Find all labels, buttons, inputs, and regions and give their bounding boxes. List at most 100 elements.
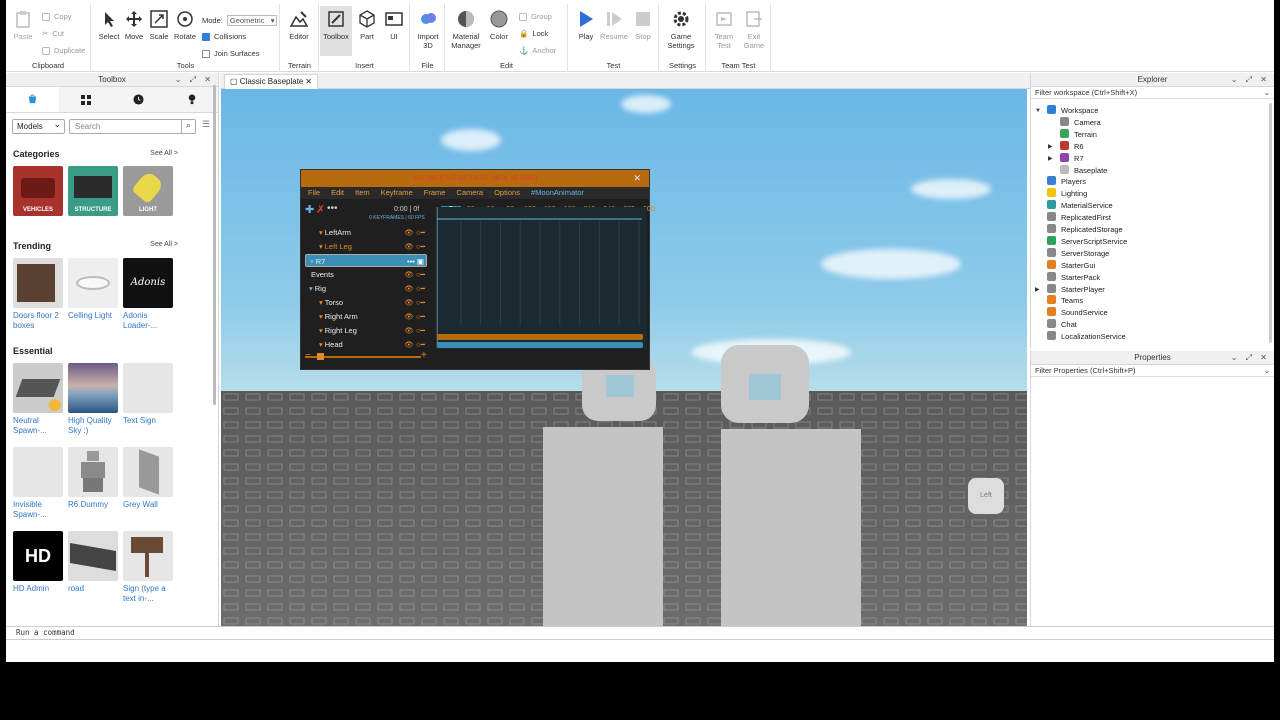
import-3d-button[interactable]: Import 3D <box>413 10 443 50</box>
menu-file[interactable]: File <box>308 187 320 199</box>
close-tab-icon[interactable]: ✕ <box>305 75 312 88</box>
asset-item[interactable]: Doors floor 2 boxes <box>13 258 63 331</box>
zoom-in-icon[interactable]: + <box>421 350 427 361</box>
expand-arrow-icon[interactable]: ▾ <box>319 340 323 349</box>
properties-filter-input[interactable]: Filter Properties (Ctrl+Shift+P) ⌄ <box>1031 365 1274 377</box>
category-light[interactable]: LIGHT <box>123 166 173 216</box>
tab-creations[interactable] <box>165 87 218 112</box>
cut-button[interactable]: ✂ Cut <box>42 29 64 38</box>
explorer-item[interactable]: StarterPack <box>1047 271 1100 284</box>
stop-button[interactable]: Stop <box>628 10 658 41</box>
panel-controls[interactable]: ⌄ ⤢ ✕ <box>1231 351 1270 365</box>
asset-item[interactable]: Neutral Spawn-... <box>13 363 63 436</box>
asset-item[interactable]: R6 Dummy <box>68 447 118 510</box>
lock-button[interactable]: 🔒 Lock <box>519 29 548 38</box>
category-vehicles[interactable]: VEHICLES <box>13 166 63 216</box>
panel-controls[interactable]: ⌄ ⤢ ✕ <box>1231 73 1270 87</box>
tab-inventory[interactable] <box>59 87 112 112</box>
copy-button[interactable]: Copy <box>42 12 72 21</box>
explorer-item[interactable]: ▶ R6 <box>1048 140 1084 153</box>
rotate-tool-button[interactable]: Rotate <box>170 10 200 41</box>
asset-item[interactable]: Sign (type a text in-... <box>123 531 173 604</box>
track-visibility-icon[interactable]: 👁 ○━ <box>404 282 425 295</box>
menu-item[interactable]: Item <box>355 187 370 199</box>
animator-track[interactable]: ▾ Right Leg 👁 ○━ <box>305 324 427 337</box>
menu-moon-animator[interactable]: #MoonAnimator <box>531 187 584 199</box>
timeline-area[interactable] <box>436 207 647 349</box>
expand-arrow-icon[interactable]: ▾ <box>309 284 313 293</box>
dummy-r6-torso[interactable] <box>543 427 663 626</box>
explorer-item[interactable]: ▶ R7 <box>1048 152 1084 165</box>
track-visibility-icon[interactable]: 👁 ○━ <box>404 296 425 309</box>
asset-item[interactable]: HD HD Admin <box>13 531 63 594</box>
material-manager-button[interactable]: Material Manager <box>449 10 483 50</box>
play-button[interactable]: Play <box>571 10 601 41</box>
explorer-scrollbar[interactable] <box>1269 103 1272 343</box>
resume-button[interactable]: Resume <box>599 10 629 41</box>
add-track-icon[interactable]: ✚ <box>305 203 314 216</box>
expand-arrow-icon[interactable]: ▶ <box>1035 284 1040 296</box>
asset-item[interactable]: High Quality Sky :) <box>68 363 118 436</box>
expand-arrow-icon[interactable]: ▾ <box>319 312 323 321</box>
menu-camera[interactable]: Camera <box>456 187 483 199</box>
tab-marketplace[interactable] <box>6 87 59 112</box>
moon-title-bar[interactable]: v31.160 [OUT OF DATE, NEW v3.3380] ✕ <box>301 170 649 187</box>
search-icon[interactable]: ⌕ <box>181 119 195 134</box>
explorer-item[interactable]: ServerStorage <box>1047 247 1109 260</box>
track-visibility-icon[interactable]: 👁 ○━ <box>404 324 425 337</box>
track-visibility-icon[interactable]: 👁 ○━ <box>404 226 425 239</box>
menu-keyframe[interactable]: Keyframe <box>381 187 413 199</box>
explorer-item[interactable]: Players <box>1047 176 1086 188</box>
game-settings-button[interactable]: Game Settings <box>666 10 696 50</box>
tab-recent[interactable] <box>112 87 165 112</box>
asset-item[interactable]: Adonis Adonis Loader-... <box>123 258 173 331</box>
track-visibility-icon[interactable]: ••• ▣ <box>407 255 424 268</box>
3d-viewport[interactable]: Left v31.160 [OUT OF DATE, NEW v3.3380] ✕… <box>221 89 1027 626</box>
delete-icon[interactable]: ✗ <box>316 203 325 216</box>
explorer-item[interactable]: SoundService <box>1047 307 1108 319</box>
menu-frame[interactable]: Frame <box>424 187 446 199</box>
animator-track[interactable]: ▾ Rig 👁 ○━ <box>305 282 427 295</box>
ui-button[interactable]: UI <box>379 10 409 41</box>
color-button[interactable]: Color <box>484 10 514 41</box>
menu-options[interactable]: Options <box>494 187 520 199</box>
expand-arrow-icon[interactable]: ▼ <box>1035 105 1041 117</box>
timeline-zoom-bar[interactable] <box>437 342 643 348</box>
dummy-r7-torso[interactable] <box>721 429 861 626</box>
join-surfaces-toggle[interactable]: Join Surfaces <box>202 49 259 58</box>
terrain-editor-button[interactable]: Editor <box>284 10 314 41</box>
join-surfaces-checkbox[interactable] <box>202 49 210 58</box>
animator-track[interactable]: ▾ Left Leg 👁 ○━ <box>305 240 427 253</box>
toolbox-scrollbar[interactable] <box>213 85 216 405</box>
explorer-item[interactable]: StarterGui <box>1047 259 1095 272</box>
view-cube[interactable]: Left <box>968 478 1004 514</box>
trending-see-all-link[interactable]: See All > <box>150 241 178 248</box>
explorer-item[interactable]: MaterialService <box>1047 200 1113 212</box>
expand-arrow-icon[interactable]: ▾ <box>319 228 323 237</box>
track-visibility-icon[interactable]: 👁 ○━ <box>404 240 425 253</box>
filter-icon[interactable]: ☰ <box>200 119 212 135</box>
close-icon[interactable]: ✕ <box>633 170 641 187</box>
toolbox-button[interactable]: Toolbox <box>320 6 352 56</box>
explorer-item[interactable]: ▼ Workspace <box>1035 105 1098 117</box>
menu-edit[interactable]: Edit <box>331 187 344 199</box>
command-bar[interactable]: Run a command <box>6 626 1274 640</box>
expand-arrow-icon[interactable]: ▾ <box>319 326 323 335</box>
search-input[interactable]: Search ⌕ <box>69 119 196 134</box>
collisions-toggle[interactable]: Collisions <box>202 32 246 41</box>
track-visibility-icon[interactable]: 👁 ○━ <box>404 310 425 323</box>
anchor-button[interactable]: ⚓ Anchor <box>519 46 556 55</box>
exit-game-button[interactable]: Exit Game <box>739 10 769 50</box>
explorer-item[interactable]: Chat <box>1047 319 1077 331</box>
animator-track[interactable]: ▾ R7 ••• ▣ <box>305 253 427 268</box>
animator-track[interactable]: ▾ Torso 👁 ○━ <box>305 296 427 309</box>
explorer-item[interactable]: Teams <box>1047 295 1083 307</box>
explorer-filter-input[interactable]: Filter workspace (Ctrl+Shift+X) ⌄ <box>1031 87 1274 99</box>
panel-controls[interactable]: ⌄ ⤢ ✕ <box>175 73 214 87</box>
collisions-checkbox[interactable] <box>202 32 210 41</box>
asset-item[interactable]: road <box>68 531 118 594</box>
expand-arrow-icon[interactable]: ▾ <box>319 298 323 307</box>
zoom-slider-handle[interactable] <box>317 353 324 360</box>
mode-dropdown[interactable]: Geometric ▾ <box>226 15 278 26</box>
zoom-out-icon[interactable]: − <box>305 350 311 361</box>
